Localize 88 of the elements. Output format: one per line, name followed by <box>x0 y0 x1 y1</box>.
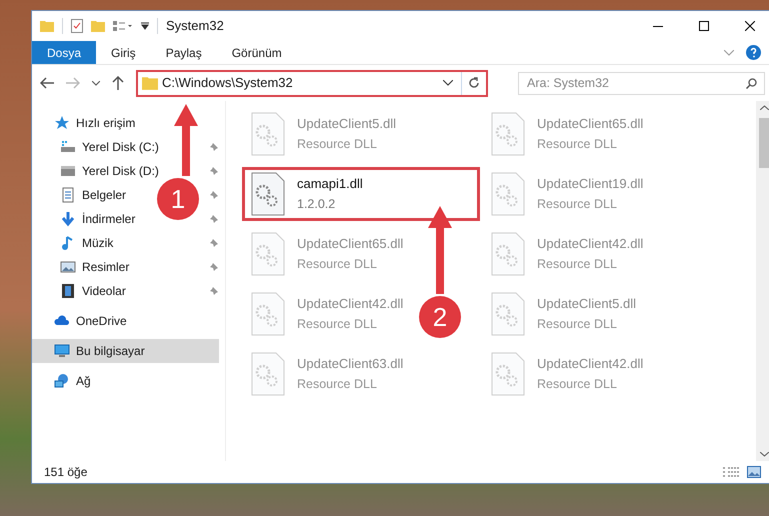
file-name: UpdateClient42.dll <box>297 294 404 313</box>
pin-icon[interactable] <box>209 142 219 152</box>
dropdown-icon[interactable] <box>141 22 149 30</box>
file-detail: Resource DLL <box>537 376 618 394</box>
pin-icon[interactable] <box>209 286 219 296</box>
document-icon <box>60 187 76 203</box>
file-name: UpdateClient19.dll <box>537 174 644 193</box>
file-detail: Resource DLL <box>537 316 618 334</box>
details-view-icon[interactable] <box>723 466 739 478</box>
large-icons-view-icon[interactable] <box>747 466 761 478</box>
sidebar-item[interactable]: Müzik <box>32 231 118 255</box>
dropdown-icon[interactable] <box>443 80 453 86</box>
view-icon[interactable] <box>113 20 133 32</box>
up-arrow-icon[interactable] <box>112 76 124 90</box>
pin-icon[interactable] <box>209 238 219 248</box>
video-icon <box>60 283 76 299</box>
dll-file-icon <box>251 292 285 336</box>
dropdown-icon[interactable] <box>92 80 100 86</box>
file-name: UpdateClient63.dll <box>297 354 404 373</box>
pin-icon[interactable] <box>209 262 219 272</box>
forward-arrow-icon[interactable] <box>66 77 80 89</box>
dll-file-icon <box>251 172 285 216</box>
file-detail: Resource DLL <box>297 316 378 334</box>
file-detail: Resource DLL <box>537 256 618 274</box>
dll-file-icon <box>251 232 285 276</box>
file-detail: Resource DLL <box>297 256 378 274</box>
computer-icon <box>54 343 70 359</box>
maximize-icon <box>699 21 709 31</box>
back-arrow-icon[interactable] <box>40 77 54 89</box>
folder-icon <box>142 76 158 90</box>
address-path: C:\Windows\System32 <box>162 74 293 92</box>
sidebar-item[interactable]: Resimler <box>32 255 134 279</box>
chevron-icon[interactable] <box>724 50 734 56</box>
ribbon-tab[interactable]: Görünüm <box>216 41 297 64</box>
search-field[interactable]: Ara: System32 <box>518 72 765 94</box>
file-item[interactable]: camapi1.dll 1.2.0.2 <box>242 167 480 221</box>
scroll-thumb[interactable] <box>759 118 769 168</box>
refresh-icon[interactable] <box>468 77 480 89</box>
file-detail: 1.2.0.2 <box>297 196 336 214</box>
file-name: UpdateClient42.dll <box>537 354 644 373</box>
dll-file-icon <box>491 112 525 156</box>
ribbon-tab[interactable]: Dosya <box>32 41 96 64</box>
dll-file-icon <box>491 352 525 396</box>
drive-icon <box>60 163 76 179</box>
dll-file-icon <box>251 112 285 156</box>
file-detail: Resource DLL <box>537 196 618 214</box>
pin-icon[interactable] <box>209 190 219 200</box>
file-name: UpdateClient42.dll <box>537 234 644 253</box>
download-icon <box>60 211 76 227</box>
file-detail: Resource DLL <box>297 136 378 154</box>
scroll-down-icon[interactable] <box>760 452 769 457</box>
scroll-up-icon[interactable] <box>760 105 769 110</box>
ribbon-tab[interactable]: Giriş <box>96 41 151 64</box>
drive-c-icon <box>60 139 76 155</box>
help-icon[interactable] <box>746 45 761 60</box>
item-count: 151 öğe <box>44 464 88 481</box>
properties-icon[interactable] <box>71 19 83 33</box>
search-icon <box>746 78 757 88</box>
picture-icon <box>60 259 76 275</box>
sidebar-item[interactable]: İndirmeler <box>32 207 140 231</box>
file-detail: Resource DLL <box>537 136 618 154</box>
dll-file-icon <box>491 292 525 336</box>
file-name: camapi1.dll <box>297 174 363 193</box>
sidebar-item[interactable]: OneDrive <box>32 309 131 333</box>
file-name: UpdateClient65.dll <box>537 114 644 133</box>
file-name: UpdateClient5.dll <box>537 294 636 313</box>
dll-file-icon <box>251 352 285 396</box>
pin-icon[interactable] <box>209 166 219 176</box>
sidebar-item[interactable]: Bu bilgisayar <box>32 339 219 363</box>
file-detail: Resource DLL <box>297 376 378 394</box>
address-bar[interactable]: C:\Windows\System32 <box>136 70 488 96</box>
close-icon <box>745 21 755 31</box>
pin-icon[interactable] <box>209 214 219 224</box>
sidebar-item[interactable]: Ağ <box>32 369 95 393</box>
ribbon-tab[interactable]: Paylaş <box>150 41 217 64</box>
file-name: UpdateClient65.dll <box>297 234 404 253</box>
file-name: UpdateClient5.dll <box>297 114 396 133</box>
window-title: System32 <box>166 17 224 36</box>
sidebar-item[interactable]: Belgeler <box>32 183 130 207</box>
star-icon <box>54 115 70 131</box>
sidebar-item[interactable]: Hızlı erişim <box>32 111 140 135</box>
scrollbar[interactable] <box>756 101 769 461</box>
dll-file-icon <box>491 232 525 276</box>
network-icon <box>54 373 70 389</box>
callout-arrow <box>174 104 198 176</box>
sidebar-item[interactable]: Yerel Disk (C:) <box>32 135 163 159</box>
dll-file-icon <box>491 172 525 216</box>
sidebar-item[interactable]: Videolar <box>32 279 130 303</box>
